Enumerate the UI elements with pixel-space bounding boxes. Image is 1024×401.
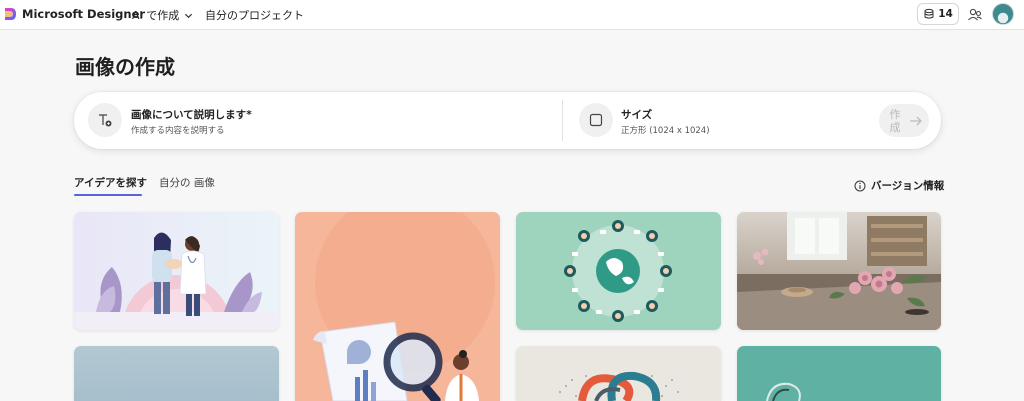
card-image: [74, 346, 279, 401]
credits-button[interactable]: 14: [917, 3, 959, 25]
describe-button[interactable]: [88, 103, 122, 137]
info-icon: [854, 180, 866, 191]
card-image: [516, 212, 721, 330]
version-info-label: バージョン情報: [871, 180, 945, 192]
size-value[interactable]: 正方形 (1024 x 1024): [621, 124, 710, 136]
tab-my-images[interactable]: 自分の 画像: [159, 175, 215, 190]
card-image: [737, 212, 941, 330]
tab-active-indicator: [74, 194, 142, 196]
describe-title-text: 画像について説明します: [131, 109, 247, 121]
size-title[interactable]: サイズ: [621, 107, 652, 122]
describe-title[interactable]: 画像について説明します*: [131, 107, 252, 122]
square-icon: [589, 113, 603, 127]
arrow-right-icon: [910, 116, 922, 125]
text-edit-icon: [99, 114, 112, 127]
nav-ai-create[interactable]: AI で作成: [132, 7, 193, 23]
size-button[interactable]: [579, 103, 613, 137]
card-image: [295, 212, 500, 401]
tab-explore-ideas[interactable]: アイデアを探す: [74, 175, 147, 190]
card-image: [74, 212, 279, 330]
nav-my-projects[interactable]: 自分のプロジェクト: [205, 7, 304, 23]
gallery-card-analysis[interactable]: [295, 212, 500, 401]
coin-stack-icon: [924, 8, 934, 19]
card-image: [737, 346, 941, 401]
designer-logo-icon[interactable]: [3, 7, 17, 21]
gallery-card-blue[interactable]: [74, 346, 279, 401]
nav-ai-label: AI で作成: [132, 9, 180, 22]
avatar[interactable]: [992, 3, 1014, 25]
gallery-card-healthcare[interactable]: [74, 212, 279, 330]
gallery-card-floral-table[interactable]: [737, 212, 941, 330]
divider: [562, 100, 563, 141]
card-image: [516, 346, 721, 401]
people-icon[interactable]: [966, 6, 984, 24]
page-title: 画像の作成: [75, 55, 175, 79]
top-bar: Microsoft Designer AI で作成 自分のプロジェクト 14: [0, 0, 1024, 30]
gallery-card-knot[interactable]: [516, 346, 721, 401]
create-label: 作成: [889, 107, 901, 134]
gallery-card-teal[interactable]: [737, 346, 941, 401]
required-mark: *: [246, 109, 252, 121]
describe-input[interactable]: 作成する内容を説明する: [131, 124, 225, 136]
gallery-card-global-team[interactable]: [516, 212, 721, 330]
brand-name[interactable]: Microsoft Designer: [22, 7, 145, 21]
prompt-card: 画像について説明します* 作成する内容を説明する サイズ 正方形 (1024 x…: [74, 92, 941, 149]
create-button[interactable]: 作成: [879, 104, 929, 137]
chevron-down-icon: [185, 13, 193, 18]
version-info-button[interactable]: バージョン情報: [854, 178, 944, 193]
credits-count: 14: [938, 8, 953, 20]
